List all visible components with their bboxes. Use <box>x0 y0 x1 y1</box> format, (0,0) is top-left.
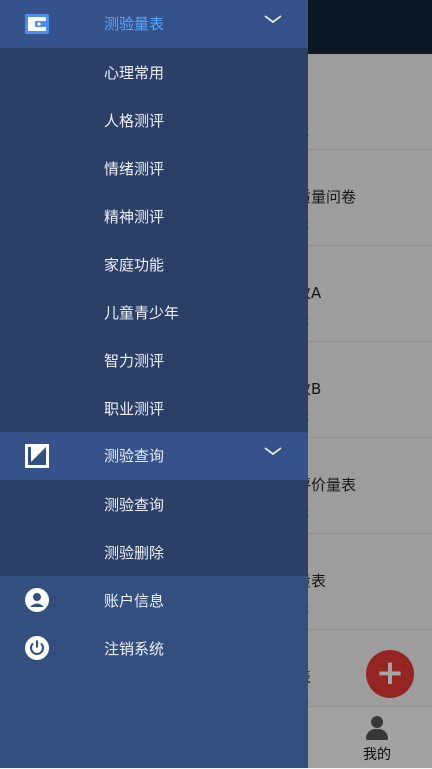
submenu-test-query: 测验查询 测验删除 <box>0 480 308 576</box>
menu-item[interactable]: 职业测评 <box>0 384 308 432</box>
menu-item[interactable]: 人格测评 <box>0 96 308 144</box>
menu-item[interactable]: 精神测评 <box>0 192 308 240</box>
submenu-test-scales: 心理常用 人格测评 情绪测评 精神测评 家庭功能 儿童青少年 智力测评 职业测评 <box>0 48 308 432</box>
chevron-down-icon <box>264 447 282 455</box>
menu-item-label: 职业测评 <box>104 400 165 418</box>
menu-item-label: 人格测评 <box>104 112 165 130</box>
section-label: 测验查询 <box>104 447 165 465</box>
menu-item-label: 情绪测评 <box>104 160 165 178</box>
section-header-test-scales[interactable]: 测验量表 <box>0 0 308 48</box>
menu-item-label: 智力测评 <box>104 352 165 370</box>
menu-item[interactable]: 测验查询 <box>0 480 308 528</box>
menu-item[interactable]: 测验删除 <box>0 528 308 576</box>
power-icon <box>25 636 49 660</box>
menu-label: 注销系统 <box>104 640 165 658</box>
menu-item[interactable]: 智力测评 <box>0 336 308 384</box>
split-square-icon <box>25 444 49 468</box>
menu-item[interactable]: 心理常用 <box>0 48 308 96</box>
section-label: 测验量表 <box>104 15 165 33</box>
menu-item[interactable]: 情绪测评 <box>0 144 308 192</box>
wallet-icon <box>25 14 49 34</box>
menu-item-label: 精神测评 <box>104 208 165 226</box>
menu-item[interactable]: 家庭功能 <box>0 240 308 288</box>
menu-item-label: 儿童青少年 <box>104 304 180 322</box>
menu-logout[interactable]: 注销系统 <box>0 624 308 672</box>
account-icon <box>25 588 49 612</box>
navigation-drawer: 测验量表 心理常用 人格测评 情绪测评 精神测评 家庭功能 儿童青少年 智力测评… <box>0 0 308 768</box>
menu-item-label: 家庭功能 <box>104 256 165 274</box>
chevron-down-icon <box>264 15 282 23</box>
menu-item-label: 测验删除 <box>104 544 165 562</box>
menu-label: 账户信息 <box>104 592 165 610</box>
menu-account-info[interactable]: 账户信息 <box>0 576 308 624</box>
menu-item[interactable]: 儿童青少年 <box>0 288 308 336</box>
menu-item-label: 心理常用 <box>104 64 165 82</box>
section-header-test-query[interactable]: 测验查询 <box>0 432 308 480</box>
menu-item-label: 测验查询 <box>104 496 165 514</box>
